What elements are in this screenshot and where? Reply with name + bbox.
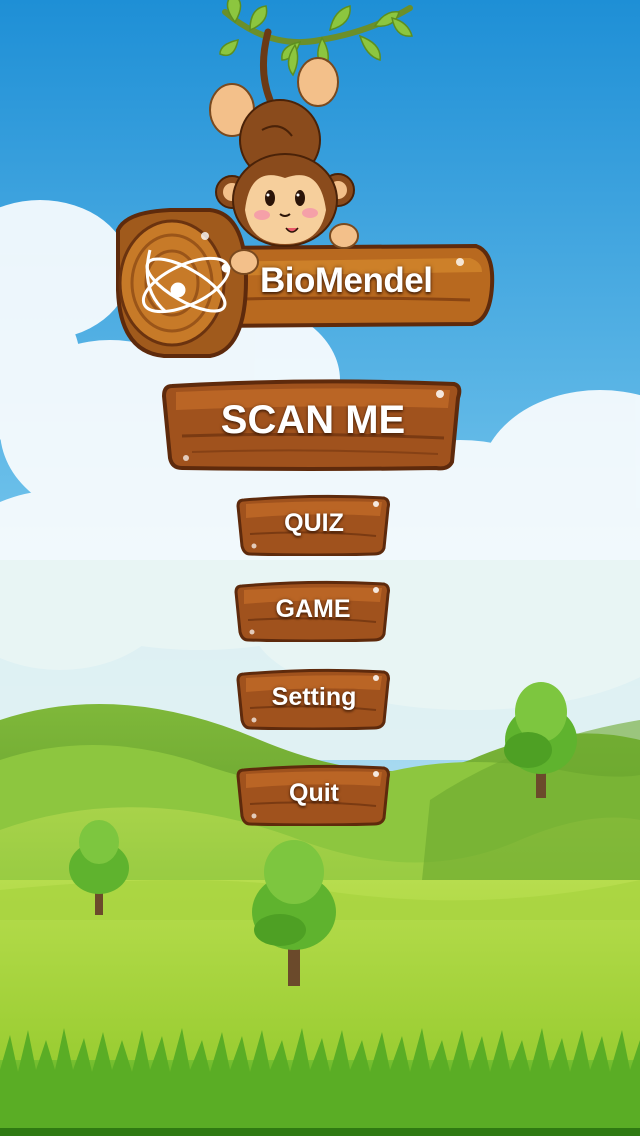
game-button[interactable]: GAME — [234, 580, 392, 642]
setting-button[interactable]: Setting — [236, 668, 392, 730]
scan-me-button[interactable]: SCAN ME — [162, 378, 464, 472]
background-scene — [0, 0, 640, 1136]
setting-label: Setting — [271, 682, 357, 711]
quiz-label: QUIZ — [284, 508, 344, 537]
app-logo-text: BioMendel — [260, 261, 433, 300]
quit-button[interactable]: Quit — [236, 764, 392, 826]
game-label: GAME — [275, 594, 351, 623]
scan-me-label: SCAN ME — [220, 397, 406, 442]
quit-label: Quit — [289, 778, 339, 807]
quiz-button[interactable]: QUIZ — [236, 494, 392, 556]
